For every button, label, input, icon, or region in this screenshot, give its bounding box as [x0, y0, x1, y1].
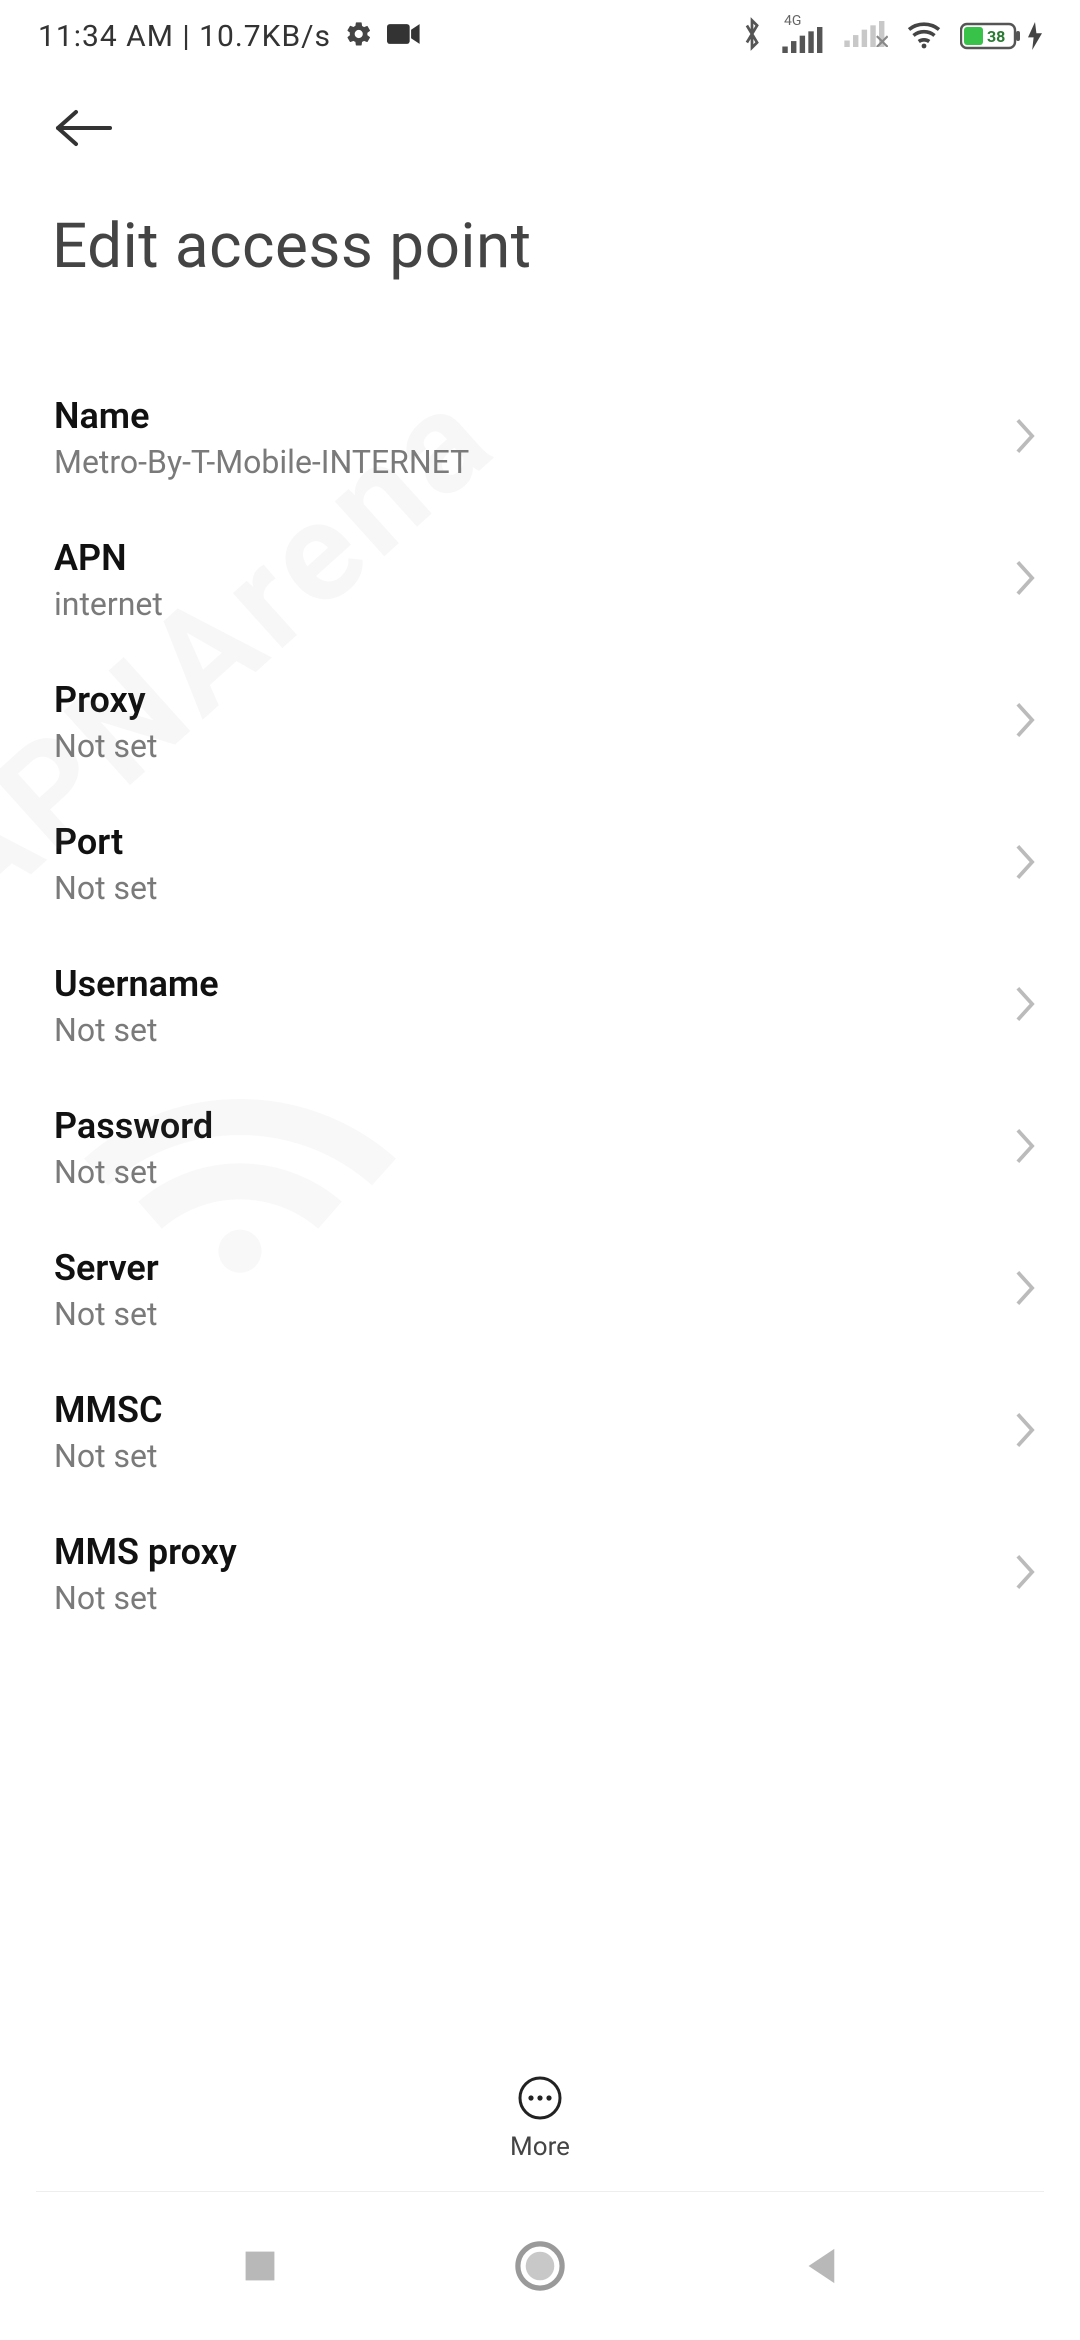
row-mmsproxy[interactable]: MMS proxy Not set: [0, 1503, 1080, 1645]
chevron-right-icon: [1012, 842, 1038, 886]
row-text: Name Metro-By-T-Mobile-INTERNET: [54, 395, 469, 481]
row-value: Not set: [54, 1579, 237, 1617]
row-label: Port: [54, 821, 157, 863]
header-bar: [0, 72, 1080, 164]
action-bar: More: [0, 2050, 1080, 2186]
chevron-right-icon: [1012, 1268, 1038, 1312]
back-arrow-icon[interactable]: [52, 106, 116, 154]
chevron-right-icon: [1012, 700, 1038, 744]
battery-icon: 38: [960, 21, 1042, 51]
status-time-text: 11:34 AM: [38, 19, 174, 54]
settings-list: Name Metro-By-T-Mobile-INTERNET APN inte…: [0, 367, 1080, 1645]
row-name[interactable]: Name Metro-By-T-Mobile-INTERNET: [0, 367, 1080, 509]
row-label: MMS proxy: [54, 1531, 237, 1573]
chevron-right-icon: [1012, 558, 1038, 602]
status-left: 11:34 AM | 10.7KB/s: [38, 19, 421, 54]
row-text: MMSC Not set: [54, 1389, 163, 1475]
nav-home-button[interactable]: [500, 2226, 580, 2306]
chevron-right-icon: [1012, 984, 1038, 1028]
row-server[interactable]: Server Not set: [0, 1219, 1080, 1361]
signal-nosim-icon: [844, 21, 888, 51]
row-proxy[interactable]: Proxy Not set: [0, 651, 1080, 793]
signal-4g-icon: 4G: [782, 19, 826, 53]
row-value: Not set: [54, 727, 157, 765]
wifi-icon: [906, 19, 942, 53]
row-label: MMSC: [54, 1389, 163, 1431]
status-time: 11:34 AM | 10.7KB/s: [38, 19, 331, 54]
row-value: internet: [54, 585, 163, 623]
row-value: Not set: [54, 1295, 159, 1333]
page-title: Edit access point: [0, 164, 1080, 303]
row-label: Proxy: [54, 679, 157, 721]
status-bar: 11:34 AM | 10.7KB/s 4G: [0, 0, 1080, 72]
chevron-right-icon: [1012, 1552, 1038, 1596]
bluetooth-icon: [740, 17, 764, 55]
row-text: Port Not set: [54, 821, 157, 907]
row-port[interactable]: Port Not set: [0, 793, 1080, 935]
status-netspeed-text: 10.7KB/s: [199, 19, 331, 54]
row-label: Username: [54, 963, 219, 1005]
row-label: Server: [54, 1247, 159, 1289]
row-password[interactable]: Password Not set: [0, 1077, 1080, 1219]
row-text: Proxy Not set: [54, 679, 157, 765]
nav-back-button[interactable]: [780, 2226, 860, 2306]
row-text: Username Not set: [54, 963, 219, 1049]
row-value: Not set: [54, 1153, 213, 1191]
camera-icon: [387, 21, 421, 51]
more-icon: [516, 2074, 564, 2126]
row-apn[interactable]: APN internet: [0, 509, 1080, 651]
row-label: APN: [54, 537, 163, 579]
row-username[interactable]: Username Not set: [0, 935, 1080, 1077]
gear-icon: [345, 20, 373, 52]
row-text: Server Not set: [54, 1247, 159, 1333]
row-value: Not set: [54, 1437, 163, 1475]
row-mmsc[interactable]: MMSC Not set: [0, 1361, 1080, 1503]
more-label: More: [510, 2132, 570, 2162]
nav-recent-button[interactable]: [220, 2226, 300, 2306]
chevron-right-icon: [1012, 416, 1038, 460]
row-label: Name: [54, 395, 469, 437]
row-value: Not set: [54, 1011, 219, 1049]
row-value: Not set: [54, 869, 157, 907]
row-label: Password: [54, 1105, 213, 1147]
row-value: Metro-By-T-Mobile-INTERNET: [54, 443, 469, 481]
battery-pct-text: 38: [987, 27, 1005, 46]
system-nav-bar: [0, 2192, 1080, 2340]
row-text: APN internet: [54, 537, 163, 623]
chevron-right-icon: [1012, 1410, 1038, 1454]
more-button[interactable]: More: [510, 2074, 570, 2162]
row-text: MMS proxy Not set: [54, 1531, 237, 1617]
row-text: Password Not set: [54, 1105, 213, 1191]
chevron-right-icon: [1012, 1126, 1038, 1170]
status-right: 4G 38: [740, 17, 1042, 55]
